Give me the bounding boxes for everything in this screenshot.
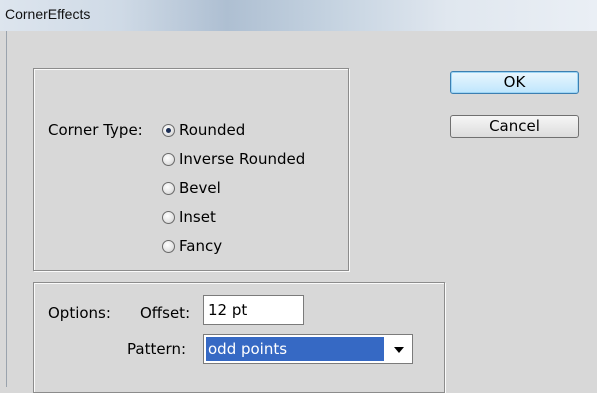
title-bar[interactable]: CornerEffects <box>0 0 597 31</box>
radio-label: Bevel <box>179 179 221 197</box>
radio-label: Inset <box>179 208 216 226</box>
corner-effects-dialog: CornerEffects Corner Type: Rounded Inver… <box>0 0 597 393</box>
radio-label: Inverse Rounded <box>179 150 306 168</box>
radio-inset[interactable]: Inset <box>162 208 216 226</box>
radio-rounded[interactable]: Rounded <box>162 121 245 139</box>
ok-button[interactable]: OK <box>450 71 579 94</box>
corner-type-label: Corner Type: <box>48 121 143 139</box>
radio-unchecked-icon[interactable] <box>162 239 175 253</box>
offset-input[interactable]: 12 pt <box>203 295 304 325</box>
offset-label: Offset: <box>140 304 191 322</box>
options-group: Options: Offset: 12 pt Pattern: odd poin… <box>33 282 445 393</box>
corner-type-group: Corner Type: Rounded Inverse Rounded Bev… <box>33 68 349 271</box>
radio-label: Rounded <box>179 121 246 139</box>
dialog-content: Corner Type: Rounded Inverse Rounded Bev… <box>6 31 591 393</box>
radio-inverse-rounded[interactable]: Inverse Rounded <box>162 150 305 168</box>
radio-checked-icon[interactable] <box>162 123 175 137</box>
options-label: Options: <box>48 304 111 322</box>
cancel-button[interactable]: Cancel <box>450 115 579 138</box>
radio-fancy[interactable]: Fancy <box>162 237 222 255</box>
pattern-label: Pattern: <box>127 340 187 358</box>
radio-label: Fancy <box>179 237 223 255</box>
window-title: CornerEffects <box>5 6 91 22</box>
radio-unchecked-icon[interactable] <box>162 181 175 195</box>
pattern-selected-value: odd points <box>206 337 384 361</box>
pattern-select[interactable]: odd points <box>203 334 413 364</box>
radio-unchecked-icon[interactable] <box>162 152 175 166</box>
dropdown-arrow-icon[interactable] <box>394 347 404 353</box>
radio-unchecked-icon[interactable] <box>162 210 175 224</box>
radio-bevel[interactable]: Bevel <box>162 179 221 197</box>
